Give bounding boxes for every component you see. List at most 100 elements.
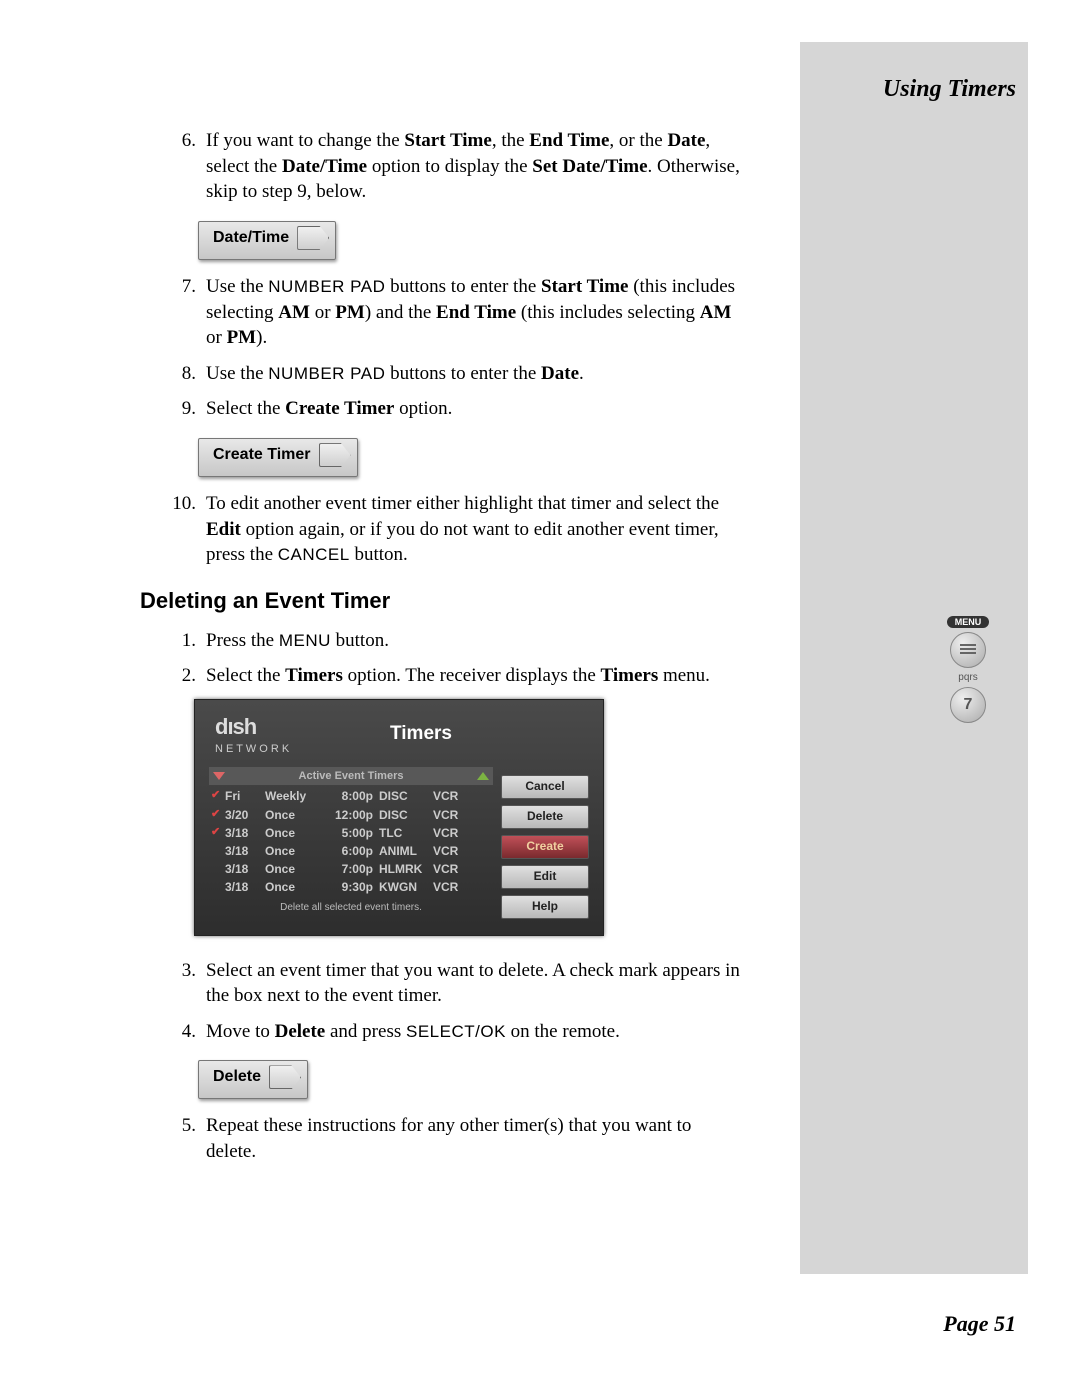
dish-logo-sub: N E T W O R K bbox=[215, 742, 305, 757]
tv-edit-button[interactable]: Edit bbox=[501, 865, 589, 889]
timer-frequency: Once bbox=[265, 843, 319, 859]
steps-list-c: 10.To edit another event timer either hi… bbox=[140, 491, 740, 568]
timer-time: 5:00p bbox=[319, 825, 379, 841]
step-text: To edit another event timer either highl… bbox=[206, 491, 740, 568]
remote-icons: MENU pqrs 7 bbox=[940, 616, 996, 727]
timer-day: 3/18 bbox=[225, 879, 265, 895]
steps-list-e: 3.Select an event timer that you want to… bbox=[140, 958, 740, 1045]
seven-remote-button[interactable]: 7 bbox=[950, 687, 986, 723]
step-item: 7.Use the NUMBER PAD buttons to enter th… bbox=[140, 274, 740, 351]
step-item: 2.Select the Timers option. The receiver… bbox=[140, 663, 740, 689]
timers-right-buttons: Cancel Delete Create Edit Help bbox=[493, 767, 589, 925]
sort-up-icon[interactable] bbox=[477, 772, 489, 780]
create-timer-button[interactable]: Create Timer bbox=[198, 438, 358, 477]
timer-channel: ANIML bbox=[379, 843, 433, 859]
timer-channel: TLC bbox=[379, 825, 433, 841]
timers-footer-hint: Delete all selected event timers. bbox=[209, 901, 493, 923]
timer-channel: HLMRK bbox=[379, 861, 433, 877]
menu-pill-icon: MENU bbox=[947, 616, 990, 628]
timer-time: 7:00p bbox=[319, 861, 379, 877]
timer-channel: DISC bbox=[379, 788, 433, 804]
timer-frequency: Once bbox=[265, 825, 319, 841]
step-text: Move to Delete and press SELECT/OK on th… bbox=[206, 1019, 740, 1045]
timer-day: 3/18 bbox=[225, 861, 265, 877]
check-icon: ✔ bbox=[211, 825, 225, 841]
step-item: 3.Select an event timer that you want to… bbox=[140, 958, 740, 1009]
step-item: 10.To edit another event timer either hi… bbox=[140, 491, 740, 568]
step-text: Select the Create Timer option. bbox=[206, 396, 740, 422]
step-text: If you want to change the Start Time, th… bbox=[206, 128, 740, 205]
timer-frequency: Weekly bbox=[265, 788, 319, 804]
step-item: 4.Move to Delete and press SELECT/OK on … bbox=[140, 1019, 740, 1045]
step-item: 8.Use the NUMBER PAD buttons to enter th… bbox=[140, 361, 740, 387]
step-number: 7. bbox=[140, 274, 206, 351]
timer-rec: VCR bbox=[433, 843, 473, 859]
check-icon bbox=[211, 843, 225, 859]
timer-time: 8:00p bbox=[319, 788, 379, 804]
tv-cancel-button[interactable]: Cancel bbox=[501, 775, 589, 799]
step-item: 6.If you want to change the Start Time, … bbox=[140, 128, 740, 205]
steps-list-a: 6.If you want to change the Start Time, … bbox=[140, 128, 740, 205]
check-icon: ✔ bbox=[211, 788, 225, 804]
timers-table: ✔FriWeekly8:00pDISCVCR✔3/20Once12:00pDIS… bbox=[209, 785, 493, 900]
step-number: 3. bbox=[140, 958, 206, 1009]
manual-page: Using Timers 6.If you want to change the… bbox=[0, 0, 1080, 1397]
timer-rec: VCR bbox=[433, 825, 473, 841]
step-text: Use the NUMBER PAD buttons to enter the … bbox=[206, 274, 740, 351]
steps-list-f: 5.Repeat these instructions for any othe… bbox=[140, 1113, 740, 1164]
tv-create-button[interactable]: Create bbox=[501, 835, 589, 859]
timers-title: Timers bbox=[305, 721, 537, 747]
timer-row[interactable]: ✔3/20Once12:00pDISCVCR bbox=[209, 806, 493, 824]
dish-logo-text: dısh bbox=[215, 712, 305, 742]
page-number: Page 51 bbox=[943, 1311, 1016, 1337]
seven-label: 7 bbox=[964, 696, 973, 714]
active-event-timers-label: Active Event Timers bbox=[225, 769, 477, 784]
check-icon bbox=[211, 861, 225, 877]
timer-rec: VCR bbox=[433, 807, 473, 823]
check-icon bbox=[211, 879, 225, 895]
step-item: 9.Select the Create Timer option. bbox=[140, 396, 740, 422]
timer-day: 3/18 bbox=[225, 843, 265, 859]
step-number: 5. bbox=[140, 1113, 206, 1164]
step-number: 2. bbox=[140, 663, 206, 689]
page-content: 6.If you want to change the Start Time, … bbox=[140, 128, 740, 1175]
step-text: Select an event timer that you want to d… bbox=[206, 958, 740, 1009]
timer-rec: VCR bbox=[433, 788, 473, 804]
step-number: 6. bbox=[140, 128, 206, 205]
timers-left-panel: Active Event Timers ✔FriWeekly8:00pDISCV… bbox=[209, 767, 493, 925]
step-item: 5.Repeat these instructions for any othe… bbox=[140, 1113, 740, 1164]
step-item: 1.Press the MENU button. bbox=[140, 628, 740, 654]
timer-time: 12:00p bbox=[319, 807, 379, 823]
timer-time: 9:30p bbox=[319, 879, 379, 895]
timer-time: 6:00p bbox=[319, 843, 379, 859]
timer-row[interactable]: 3/18Once6:00pANIMLVCR bbox=[209, 842, 493, 860]
step-number: 8. bbox=[140, 361, 206, 387]
date-time-button[interactable]: Date/Time bbox=[198, 221, 336, 260]
timer-frequency: Once bbox=[265, 807, 319, 823]
steps-list-d: 1.Press the MENU button.2.Select the Tim… bbox=[140, 628, 740, 689]
running-header: Using Timers bbox=[883, 76, 1016, 103]
tv-help-button[interactable]: Help bbox=[501, 895, 589, 919]
timer-rec: VCR bbox=[433, 861, 473, 877]
timer-row[interactable]: ✔3/18Once5:00pTLCVCR bbox=[209, 824, 493, 842]
tv-delete-button[interactable]: Delete bbox=[501, 805, 589, 829]
step-text: Press the MENU button. bbox=[206, 628, 740, 654]
pqrs-label: pqrs bbox=[940, 672, 996, 683]
step-number: 9. bbox=[140, 396, 206, 422]
timer-channel: DISC bbox=[379, 807, 433, 823]
timers-screenshot: dısh N E T W O R K Timers Active Event T… bbox=[194, 699, 604, 936]
timer-frequency: Once bbox=[265, 861, 319, 877]
delete-button[interactable]: Delete bbox=[198, 1060, 308, 1099]
step-text: Repeat these instructions for any other … bbox=[206, 1113, 740, 1164]
step-number: 10. bbox=[140, 491, 206, 568]
menu-remote-button[interactable] bbox=[950, 632, 986, 668]
step-number: 1. bbox=[140, 628, 206, 654]
timer-frequency: Once bbox=[265, 879, 319, 895]
check-icon: ✔ bbox=[211, 807, 225, 823]
step-text: Select the Timers option. The receiver d… bbox=[206, 663, 740, 689]
sort-down-icon[interactable] bbox=[213, 772, 225, 780]
timer-row[interactable]: 3/18Once7:00pHLMRKVCR bbox=[209, 860, 493, 878]
section-heading: Deleting an Event Timer bbox=[140, 586, 740, 616]
timer-row[interactable]: ✔FriWeekly8:00pDISCVCR bbox=[209, 787, 493, 805]
timer-row[interactable]: 3/18Once9:30pKWGNVCR bbox=[209, 878, 493, 896]
